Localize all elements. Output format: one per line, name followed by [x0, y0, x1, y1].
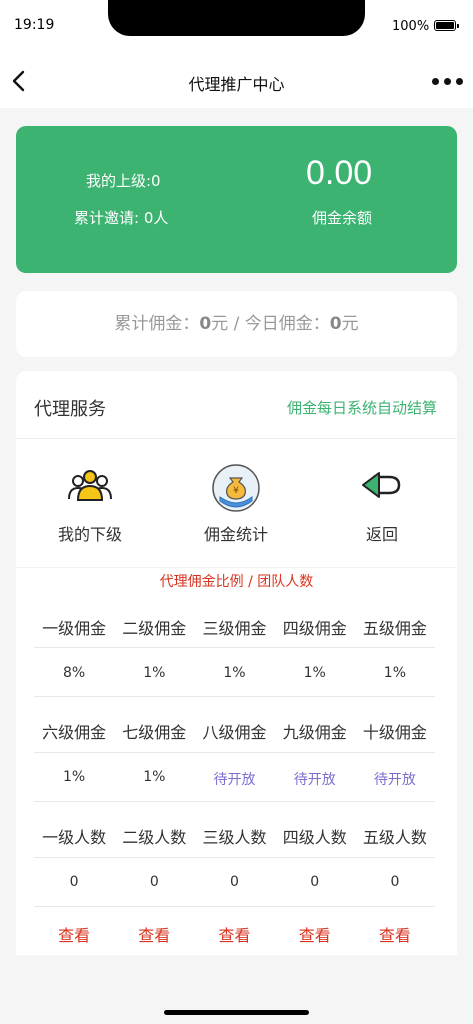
status-time: 19:19: [14, 17, 55, 33]
view-level-1-link[interactable]: 查看: [34, 922, 114, 946]
commission-stats-button[interactable]: ¥ 佣金统计: [181, 463, 291, 545]
money-bag-hand-icon: ¥: [211, 463, 261, 513]
divider: [16, 438, 457, 439]
level-label: 十级佣金: [362, 723, 427, 742]
level-label: 七级佣金: [122, 723, 187, 742]
home-indicator[interactable]: [164, 1010, 309, 1015]
today-commission-label: 今日佣金：: [244, 314, 330, 334]
page-title: 代理推广中心: [188, 75, 285, 94]
divider: [34, 647, 435, 648]
nav-bar: 代理推广中心: [0, 54, 473, 108]
team-level-label: 三级人数: [202, 828, 267, 847]
view-links-row: 查看 查看 查看 查看 查看: [34, 922, 435, 946]
svg-text:¥: ¥: [233, 486, 239, 496]
rate-value: 1%: [303, 665, 326, 681]
rate-pending: 待开放: [213, 772, 256, 788]
team-levels-row: 一级人数 二级人数 三级人数 四级人数 五级人数: [34, 824, 435, 848]
team-count: 0: [69, 874, 79, 890]
earnings-summary: 累计佣金：0元 / 今日佣金：0元: [16, 291, 457, 357]
team-level-label: 四级人数: [282, 828, 347, 847]
summary-card: 我的上级:0 累计邀请: 0人 0.00 佣金余额: [16, 126, 457, 273]
view-level-5-link[interactable]: 查看: [355, 922, 435, 946]
return-button[interactable]: 返回: [327, 463, 437, 545]
rate-value: 1%: [383, 665, 407, 681]
rate-value: 1%: [62, 769, 86, 785]
service-title: 代理服务: [34, 399, 106, 420]
commission-levels-row-2: 六级佣金 七级佣金 八级佣金 九级佣金 十级佣金: [34, 719, 435, 743]
level-label: 九级佣金: [282, 723, 347, 742]
team-count: 0: [310, 874, 320, 890]
notch: [108, 0, 365, 36]
rate-value: 1%: [143, 769, 166, 785]
team-count: 0: [230, 874, 239, 890]
level-label: 六级佣金: [42, 723, 107, 742]
battery-icon: [434, 20, 459, 31]
return-arrow-icon: [357, 463, 407, 513]
divider: [34, 906, 435, 907]
balance-amount: 0.00: [306, 154, 373, 192]
battery-percent: 100%: [392, 19, 430, 34]
team-count: 0: [149, 874, 159, 890]
divider: [16, 567, 457, 568]
divider: [34, 752, 435, 753]
invites-text: 累计邀请: 0人: [74, 209, 169, 227]
team-level-label: 一级人数: [42, 828, 107, 847]
team-level-label: 二级人数: [122, 828, 187, 847]
my-subordinates-button[interactable]: 我的下级: [35, 463, 145, 545]
team-count: 0: [390, 874, 400, 890]
return-label: 返回: [365, 525, 398, 544]
divider: [34, 696, 435, 697]
view-level-4-link[interactable]: 查看: [275, 922, 355, 946]
settlement-note: 佣金每日系统自动结算: [286, 399, 437, 417]
today-commission-unit: 元: [341, 314, 359, 334]
commission-levels-row-1: 一级佣金 二级佣金 三级佣金 四级佣金 五级佣金: [34, 615, 435, 639]
view-level-2-link[interactable]: 查看: [114, 922, 194, 946]
total-commission-unit: 元: [211, 314, 229, 334]
service-card: 代理服务 佣金每日系统自动结算 我的下级 ¥ 佣金统计 返回 代理佣金比例 / …: [16, 371, 457, 955]
superior-text: 我的上级:0: [86, 172, 161, 190]
today-commission-value: 0: [329, 314, 342, 334]
rate-value: 1%: [143, 665, 166, 681]
rate-pending: 待开放: [373, 772, 416, 788]
level-label: 一级佣金: [42, 619, 107, 638]
divider: [34, 801, 435, 802]
rate-value: 8%: [62, 665, 86, 681]
rate-value: 1%: [223, 665, 246, 681]
divider: [34, 857, 435, 858]
ratio-title: 代理佣金比例 / 团队人数: [159, 574, 314, 590]
level-label: 八级佣金: [202, 723, 267, 742]
commission-rates-row-1: 8% 1% 1% 1% 1%: [34, 665, 435, 681]
level-label: 二级佣金: [122, 619, 187, 638]
commission-stats-label: 佣金统计: [203, 525, 268, 544]
status-bar: 19:19 100%: [0, 0, 473, 54]
total-commission-label: 累计佣金：: [114, 314, 200, 334]
level-label: 四级佣金: [282, 619, 347, 638]
team-counts-row: 0 0 0 0 0: [34, 874, 435, 890]
level-label: 五级佣金: [362, 619, 427, 638]
my-subordinates-label: 我的下级: [57, 525, 122, 544]
level-label: 三级佣金: [202, 619, 267, 638]
team-level-label: 五级人数: [362, 828, 427, 847]
total-commission-value: 0: [199, 314, 212, 334]
more-icon[interactable]: [432, 78, 464, 86]
view-level-3-link[interactable]: 查看: [194, 922, 274, 946]
earnings-separator: /: [228, 314, 245, 334]
rate-pending: 待开放: [293, 772, 336, 788]
users-icon: [65, 463, 115, 513]
commission-rates-row-2: 1% 1% 待开放 待开放 待开放: [34, 769, 435, 789]
balance-label: 佣金余额: [312, 209, 373, 227]
